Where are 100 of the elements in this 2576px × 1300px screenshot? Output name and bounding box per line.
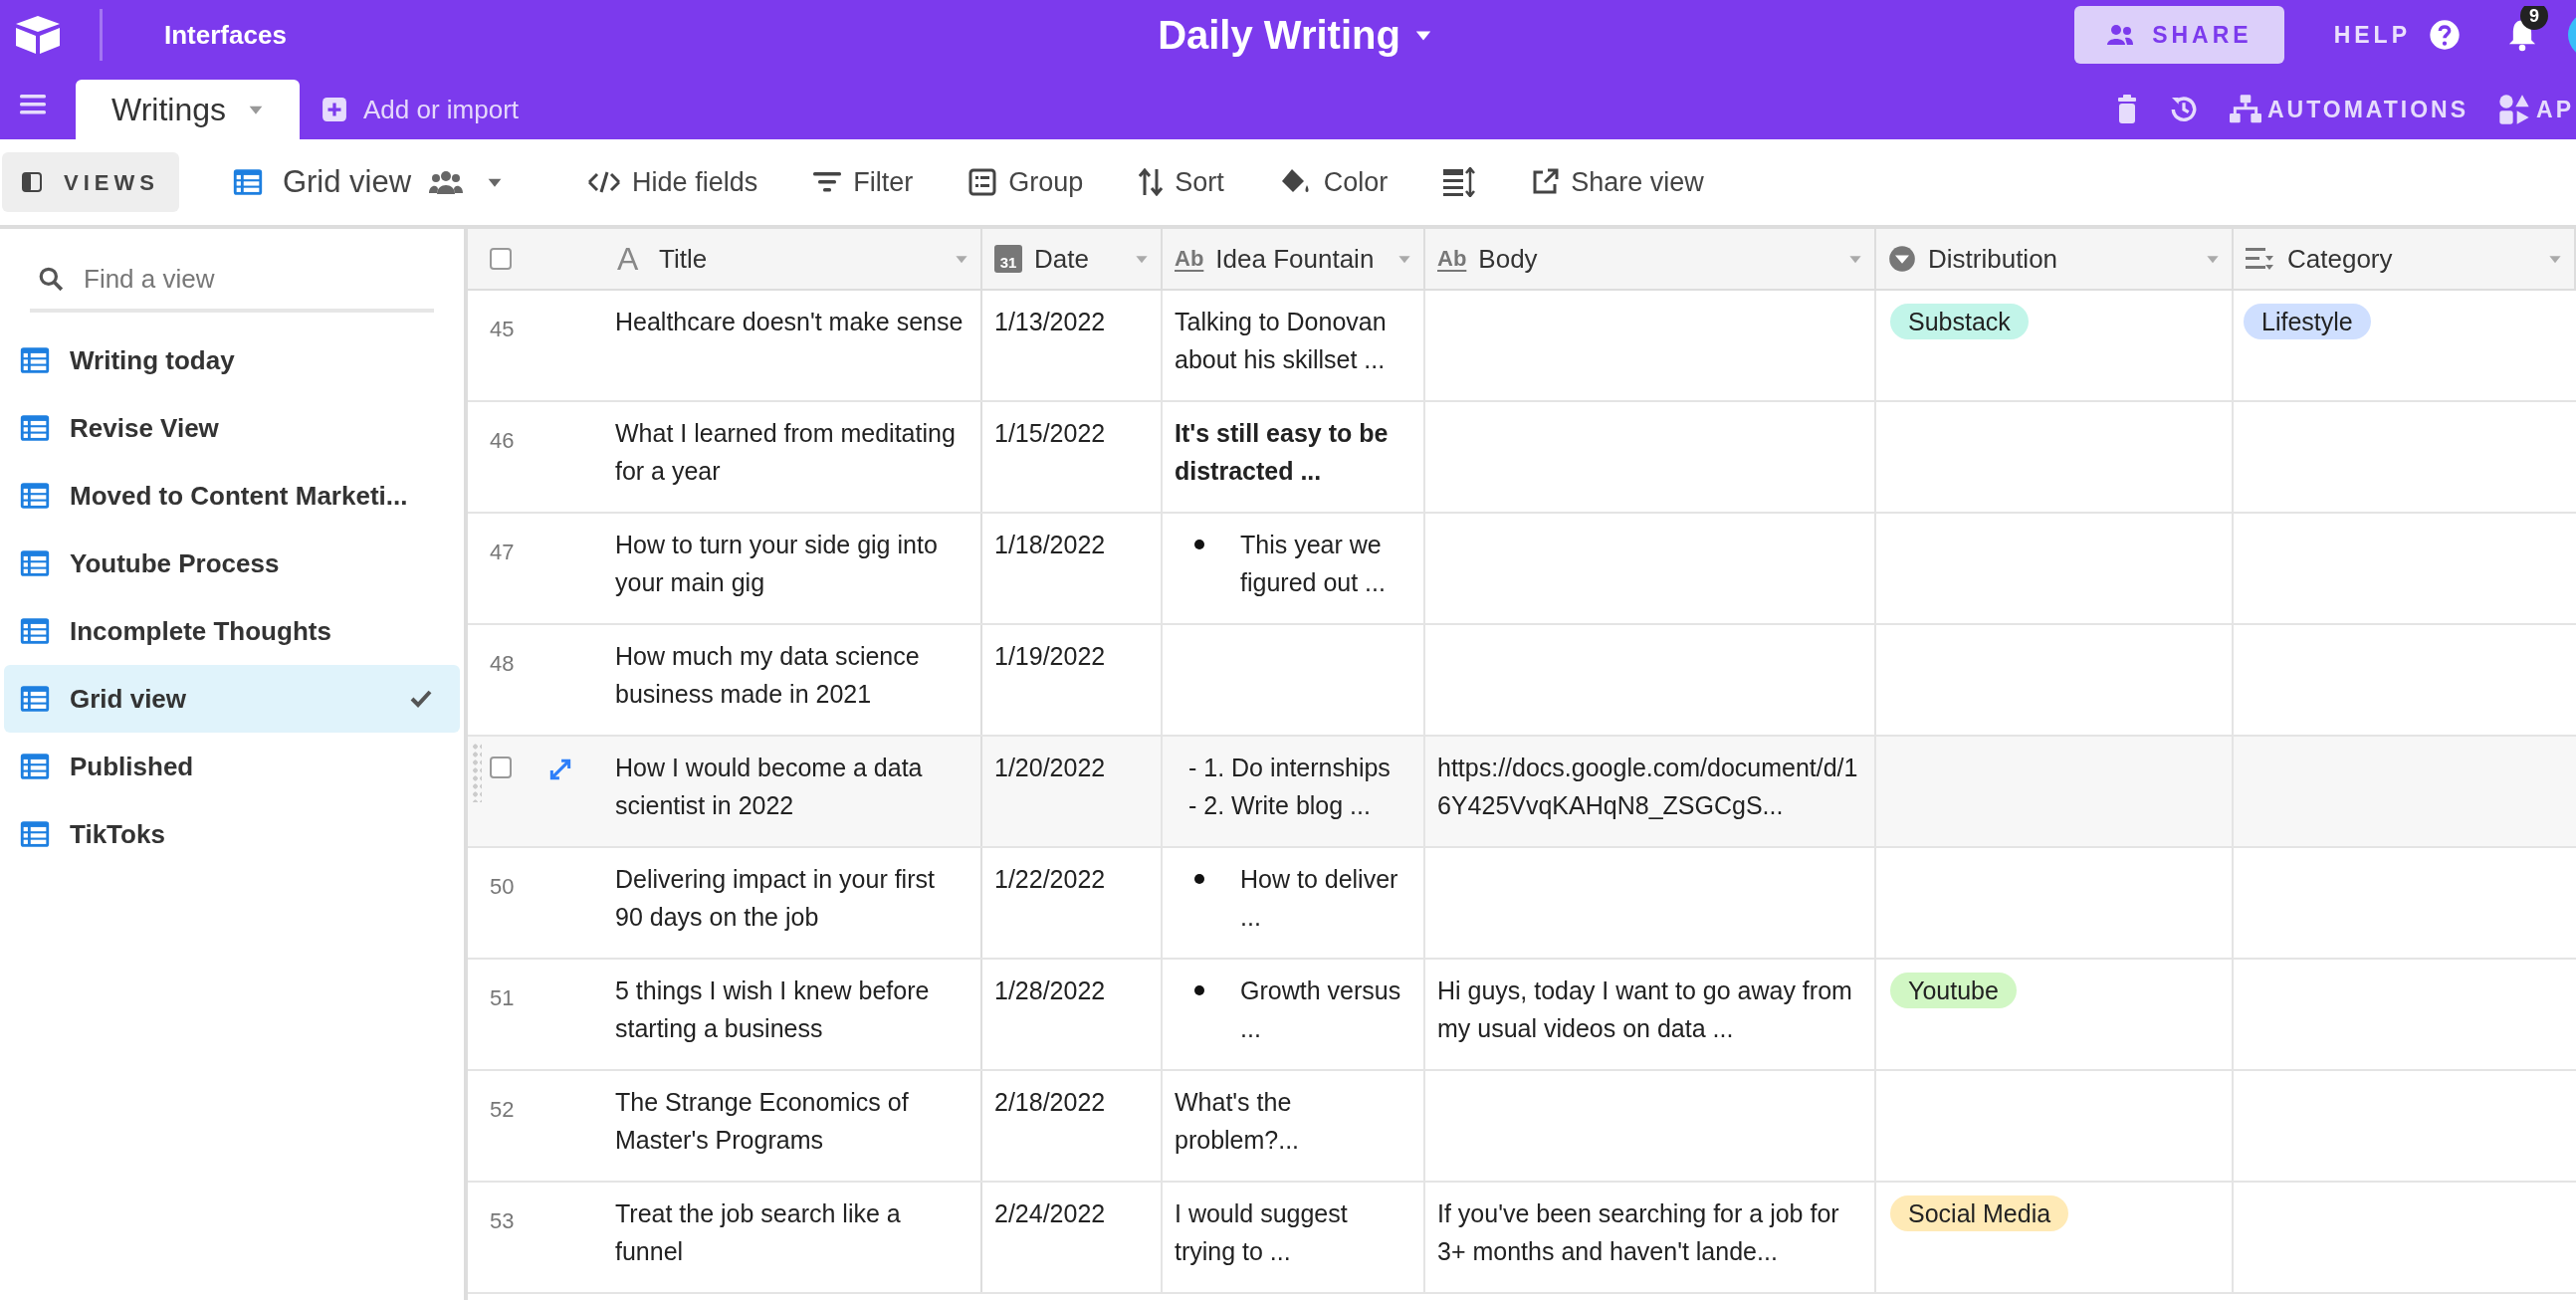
cell-text: This year we figured out ... <box>1240 530 1387 598</box>
bullet-icon <box>1194 540 1204 549</box>
cell-text: I would suggest trying to ... <box>1175 1199 1348 1265</box>
menu-icon[interactable] <box>20 94 46 115</box>
help-link[interactable]: HELP <box>2333 17 2411 53</box>
toolbar-button[interactable]: Hide fields <box>588 161 758 203</box>
view-item[interactable]: Youtube Process <box>4 530 460 597</box>
tag: Lifestyle <box>2244 304 2371 339</box>
multi-select-icon <box>2246 246 2275 272</box>
trash-icon[interactable] <box>2115 95 2138 124</box>
apps-button[interactable]: AP <box>2498 92 2574 127</box>
people-icon <box>429 169 464 195</box>
column-header[interactable]: Ab Body <box>1425 229 1876 289</box>
view-item[interactable]: Grid view <box>4 665 460 733</box>
title-text: What I learned from meditating for a year <box>615 419 956 485</box>
people-icon <box>2106 23 2135 47</box>
sidebar-icon <box>22 172 42 192</box>
column-header[interactable]: Distribution <box>1876 229 2234 289</box>
help-icon[interactable] <box>2429 19 2461 51</box>
filter-icon <box>813 171 842 193</box>
text-field-icon: A <box>617 243 647 275</box>
view-switcher[interactable]: Grid view <box>230 158 504 206</box>
row-number: 50 <box>490 873 515 901</box>
toolbar-button[interactable] <box>1443 167 1476 197</box>
cell-text: https://docs.google.com/document/d/16Y425VvqKAHqN8_ZSGCgS... <box>1437 754 1858 819</box>
view-item[interactable]: Incomplete Thoughts <box>4 597 460 665</box>
cell-text: How to deliver ... <box>1240 864 1399 933</box>
cell-text: If you've been searching for a job for 3+ months and haven't lande... <box>1437 1199 1839 1265</box>
title-text: 5 things I wish I knew before starting a business <box>615 976 930 1042</box>
checkbox[interactable] <box>490 757 512 778</box>
external-link-icon <box>1531 168 1560 196</box>
shapes-icon <box>2498 94 2531 125</box>
tag: Substack <box>1890 304 2029 339</box>
row-number: 53 <box>490 1207 515 1235</box>
plus-icon <box>322 97 347 122</box>
column-header[interactable]: A Title <box>599 229 982 289</box>
row-number: 47 <box>490 539 515 566</box>
tag: Youtube <box>1890 973 2017 1008</box>
add-import-button[interactable]: Add or import <box>322 80 520 139</box>
bullet-icon <box>1194 874 1204 884</box>
cell-text: Growth versus ... <box>1240 975 1402 1044</box>
view-item[interactable]: Writing today <box>4 326 460 394</box>
check-icon <box>410 690 432 708</box>
cell-text: It's still easy to be distracted ... <box>1175 419 1389 485</box>
long-text-icon: Ab <box>1437 248 1467 270</box>
row-number: 45 <box>490 316 515 343</box>
base-title[interactable]: Daily Writing <box>1158 5 1400 65</box>
flowchart-icon <box>2229 94 2261 125</box>
column-header[interactable]: Ab Idea Fountain <box>1163 229 1425 289</box>
notification-badge: 9 <box>2520 6 2548 30</box>
view-item[interactable]: TikToks <box>4 800 460 868</box>
toolbar-button[interactable]: Color <box>1279 161 1389 203</box>
date-text: 1/20/2022 <box>994 754 1106 781</box>
toolbar-button[interactable]: Sort <box>1139 161 1224 203</box>
date-text: 1/28/2022 <box>994 976 1106 1004</box>
row-number: 51 <box>490 984 515 1012</box>
toolbar-button[interactable]: Share view <box>1531 161 1704 203</box>
view-item[interactable]: Revise View <box>4 394 460 462</box>
column-header[interactable]: 31 Date <box>982 229 1163 289</box>
date-text: 2/18/2022 <box>994 1088 1106 1116</box>
row-number: 52 <box>490 1096 515 1124</box>
search-field[interactable]: Find a view <box>84 259 426 299</box>
title-text: How much my data science business made in 2021 <box>615 642 920 708</box>
expand-icon[interactable] <box>547 757 573 782</box>
drag-handle[interactable] <box>472 743 482 802</box>
checkbox[interactable] <box>490 248 512 270</box>
view-item[interactable]: Published <box>4 733 460 800</box>
sort-icon <box>1139 168 1164 196</box>
views-button[interactable]: VIEWS <box>2 152 179 212</box>
row-number: 48 <box>490 650 515 678</box>
long-text-icon: Ab <box>1175 248 1204 270</box>
title-text: Delivering impact in your first 90 days on the job <box>615 865 935 931</box>
title-text: How to turn your side gig into your main gig <box>615 531 938 596</box>
title-text: How I would become a data scientist in 2022 <box>615 754 923 819</box>
cell-text: - 1. Do internships - 2. Write blog ... <box>1187 753 1392 821</box>
title-text: The Strange Economics of Master's Programs <box>615 1088 909 1154</box>
share-button[interactable]: SHARE <box>2074 6 2284 64</box>
date-text: 1/15/2022 <box>994 419 1106 447</box>
cell-text: Hi guys, today I want to go away from my usual videos on data ... <box>1437 976 1852 1042</box>
date-text: 2/24/2022 <box>994 1199 1106 1227</box>
title-text: Healthcare doesn't make sense <box>615 308 964 335</box>
tag: Social Media <box>1890 1195 2069 1231</box>
column-header[interactable]: Category <box>2234 229 2576 289</box>
search-icon <box>38 266 64 292</box>
date-text: 1/19/2022 <box>994 642 1106 670</box>
section-link[interactable]: Interfaces <box>164 15 287 55</box>
calendar-icon: 31 <box>994 245 1022 273</box>
table-tab[interactable]: Writings <box>76 80 300 139</box>
automations-button[interactable]: AUTOMATIONS <box>2229 92 2469 127</box>
toolbar-button[interactable]: Filter <box>813 161 914 203</box>
list-box-icon <box>968 168 997 196</box>
cell-text: Talking to Donovan about his skillset ... <box>1175 308 1387 373</box>
dropdown-icon <box>1888 245 1916 273</box>
row-number: 46 <box>490 427 515 455</box>
date-text: 1/22/2022 <box>994 865 1106 893</box>
toolbar-button[interactable]: Group <box>968 161 1084 203</box>
logo-icon[interactable] <box>14 14 62 56</box>
row-height-icon <box>1443 167 1476 197</box>
view-item[interactable]: Moved to Content Marketi... <box>4 462 460 530</box>
date-text: 1/18/2022 <box>994 531 1106 558</box>
